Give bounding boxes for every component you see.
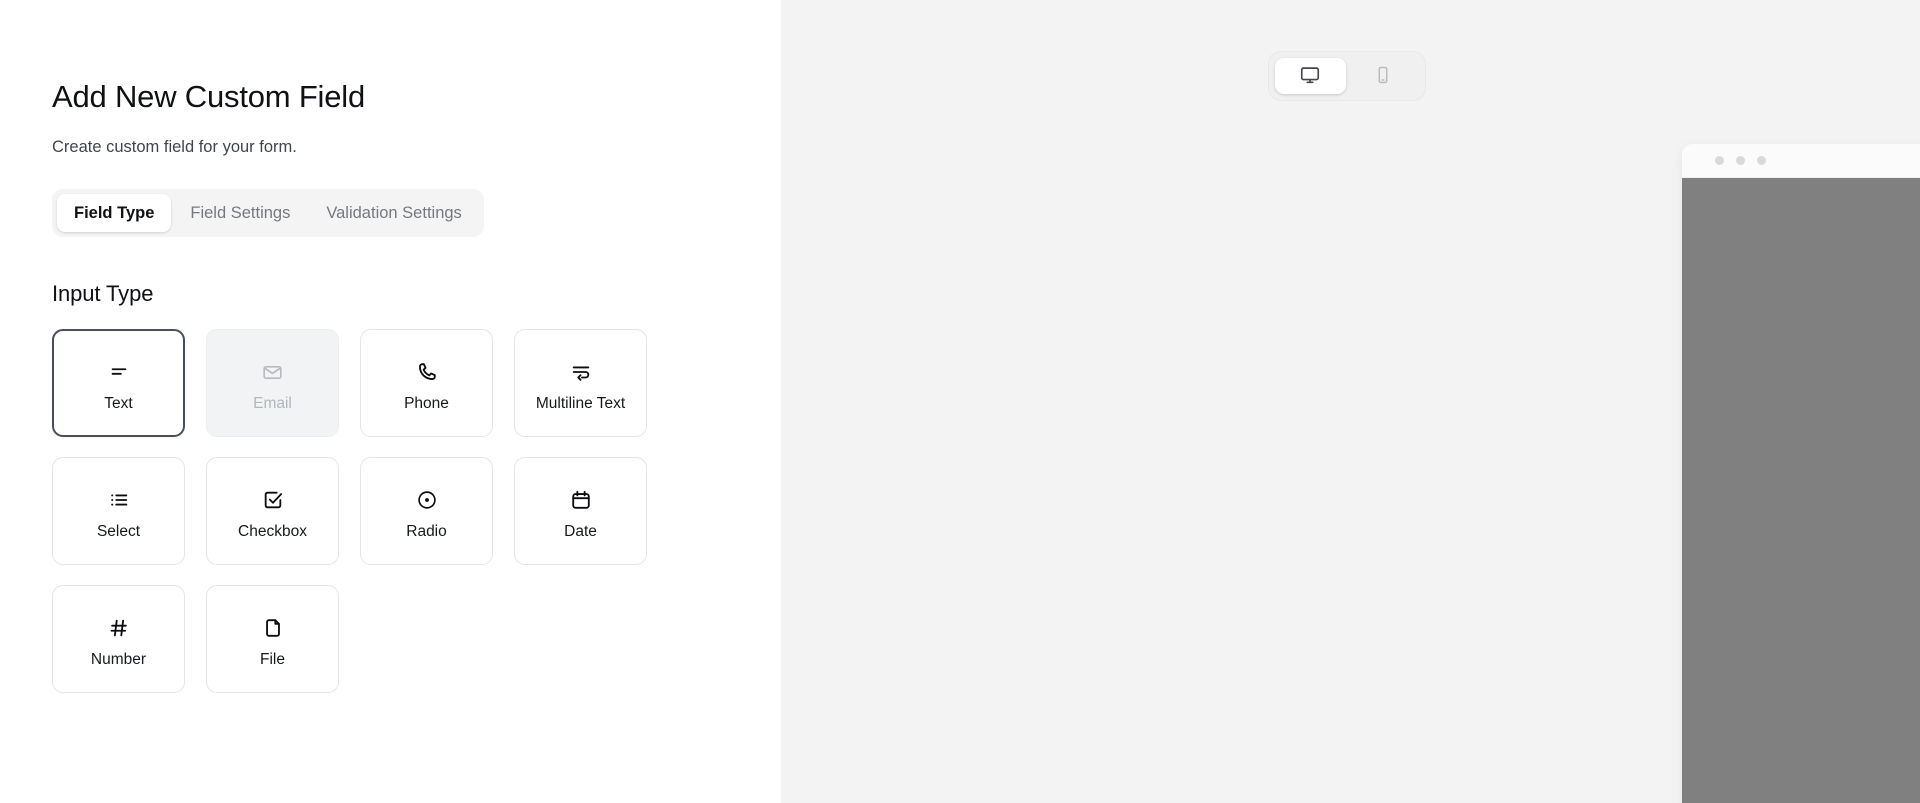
input-type-label: Select [96, 523, 141, 540]
input-type-card-file[interactable]: File [206, 585, 339, 694]
preview-browser-frame: inblog의 인바운드 마케팅, SEO 웨비나 링크를 받아보세요! Add… [1682, 144, 1920, 803]
input-type-label: Email [253, 395, 292, 412]
input-type-label: File [260, 651, 285, 668]
tab-field-settings[interactable]: Field Settings [173, 194, 307, 233]
form-preview-pane: inblog의 인바운드 마케팅, SEO 웨비나 링크를 받아보세요! Add… [781, 0, 1920, 803]
text-wrap-icon [568, 359, 594, 385]
window-dot-minimize-icon [1736, 156, 1745, 165]
input-type-card-date[interactable]: Date [514, 457, 647, 566]
monitor-icon [1299, 64, 1321, 89]
input-type-card-select[interactable]: Select [52, 457, 185, 566]
text-lines-icon [106, 359, 132, 385]
device-toggle-mobile[interactable] [1348, 58, 1419, 94]
input-type-heading: Input Type [52, 281, 154, 307]
checkbox-icon [260, 487, 286, 513]
page-subtitle: Create custom field for your form. [52, 138, 297, 157]
page-title: Add New Custom Field [52, 79, 366, 114]
input-type-card-multiline-text[interactable]: Multiline Text [514, 329, 647, 438]
device-toggle-desktop[interactable] [1274, 58, 1346, 94]
preview-page-body: inblog의 인바운드 마케팅, SEO 웨비나 링크를 받아보세요! Add… [1682, 178, 1920, 803]
radio-icon [414, 487, 440, 513]
phone-icon [414, 359, 440, 385]
input-type-card-radio[interactable]: Radio [360, 457, 493, 566]
calendar-icon [568, 487, 594, 513]
list-icon [106, 487, 132, 513]
more-articles-row: More articles See more posts [1682, 794, 1920, 803]
input-type-card-email[interactable]: Email [206, 329, 339, 438]
window-dot-maximize-icon [1757, 156, 1766, 165]
input-type-label: Checkbox [238, 523, 307, 540]
hash-icon [106, 615, 132, 641]
input-type-label: Number [90, 651, 147, 668]
file-icon [260, 615, 286, 641]
app-root: Add New Custom Field Create custom field… [0, 0, 1920, 803]
window-dot-close-icon [1715, 156, 1724, 165]
browser-titlebar [1682, 144, 1920, 178]
input-type-card-number[interactable]: Number [52, 585, 185, 694]
input-type-label: Text [104, 395, 133, 412]
input-type-card-checkbox[interactable]: Checkbox [206, 457, 339, 566]
input-type-card-phone[interactable]: Phone [360, 329, 493, 438]
tab-field-type[interactable]: Field Type [57, 193, 172, 233]
phone-device-icon [1373, 65, 1393, 88]
input-type-grid: Text Email Phone Multiline Text Select C… [52, 329, 668, 694]
input-type-label: Date [564, 523, 597, 540]
input-type-label: Phone [404, 395, 449, 412]
tab-validation-settings[interactable]: Validation Settings [309, 194, 478, 233]
custom-field-editor-pane: Add New Custom Field Create custom field… [0, 0, 781, 803]
input-type-label: Multiline Text [535, 395, 626, 412]
input-type-card-text[interactable]: Text [52, 329, 185, 438]
input-type-label: Radio [406, 523, 447, 540]
device-toggle-group [1267, 51, 1426, 101]
envelope-icon [260, 359, 286, 385]
editor-tabs: Field Type Field Settings Validation Set… [52, 188, 484, 238]
